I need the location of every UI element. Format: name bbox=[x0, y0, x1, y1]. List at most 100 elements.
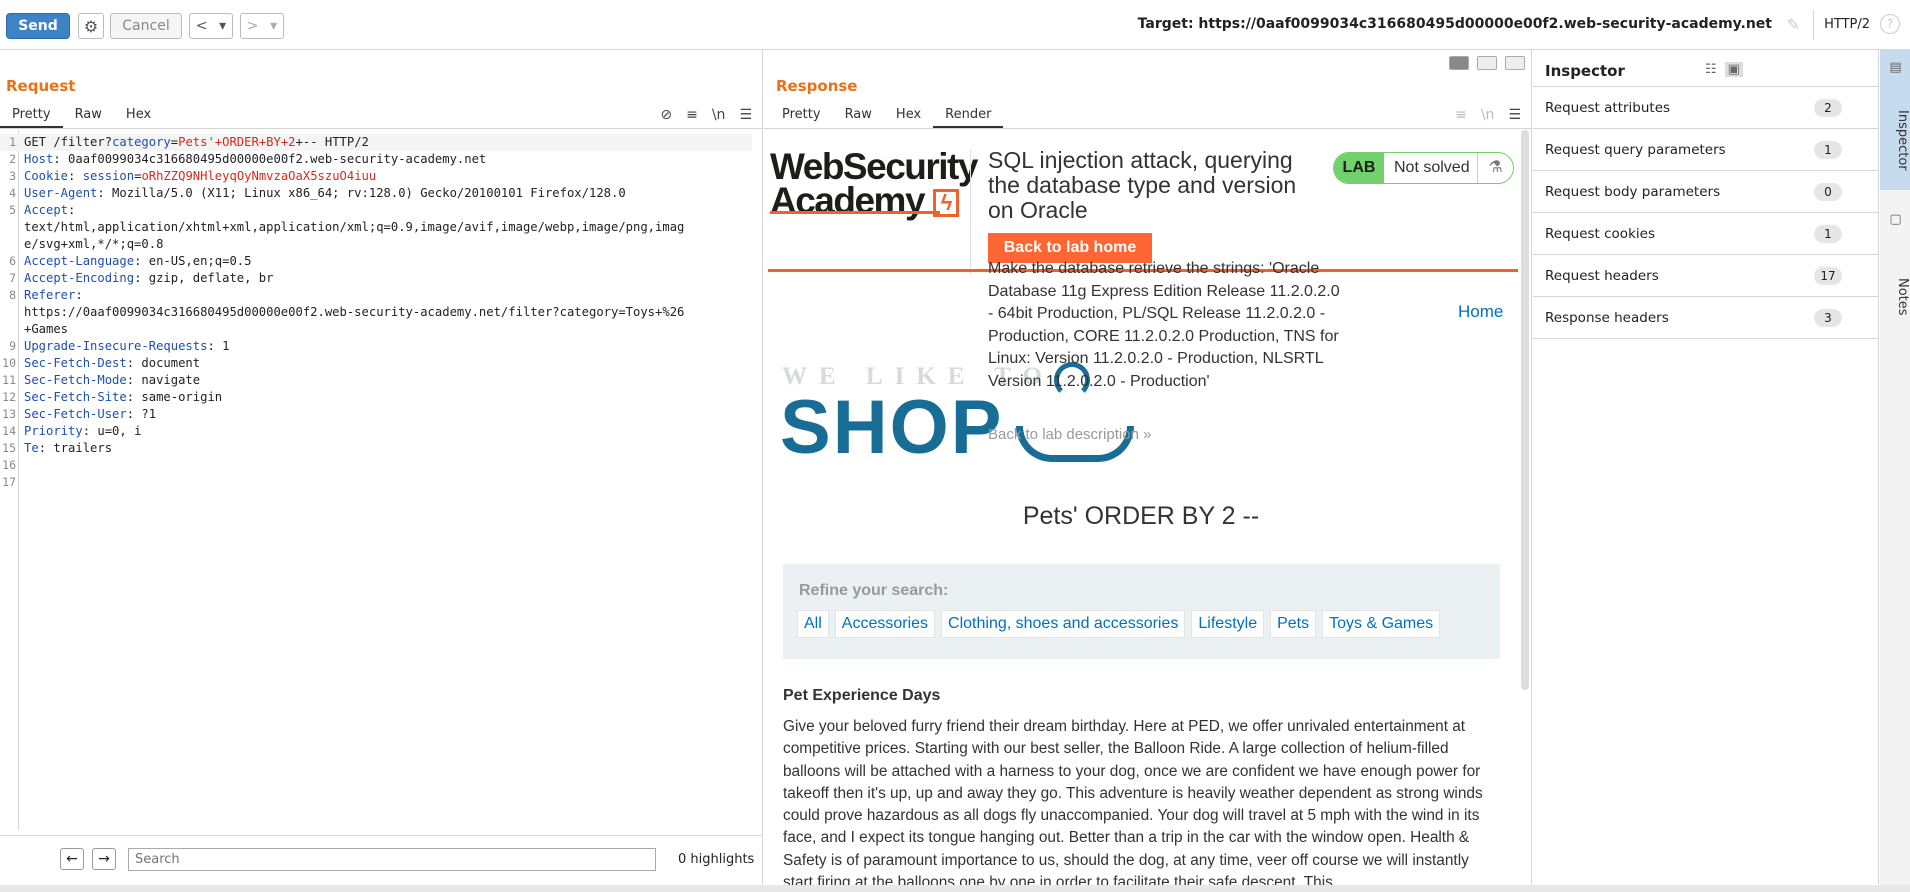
editor-line[interactable]: 1 GET /filter?category=Pets'+ORDER+BY+2+-… bbox=[0, 134, 752, 151]
code-token: Accept bbox=[24, 203, 69, 217]
editor-line[interactable]: 8 Referer: bbox=[0, 287, 752, 304]
tab-raw[interactable]: Raw bbox=[833, 102, 884, 128]
pencil-icon[interactable]: ✎ bbox=[1787, 15, 1800, 34]
search-next-button[interactable]: → bbox=[92, 848, 116, 870]
side-tab-inspector[interactable]: ▤ Inspector bbox=[1880, 50, 1910, 190]
editor-line[interactable]: https://0aaf0099034c316680495d00000e00f2… bbox=[0, 304, 752, 321]
editor-line[interactable]: 5 Accept: bbox=[0, 202, 752, 219]
side-tab-notes[interactable]: ▢ Notes bbox=[1880, 212, 1910, 342]
code-token: Sec-Fetch-Mode bbox=[24, 373, 127, 387]
help-icon[interactable]: ? bbox=[1880, 14, 1900, 34]
hide-eye-icon[interactable]: ⊘ bbox=[660, 107, 672, 123]
editor-line[interactable]: 17 bbox=[0, 474, 752, 491]
cancel-button[interactable]: Cancel bbox=[110, 13, 182, 39]
code-token: : same-origin bbox=[126, 390, 223, 404]
line-text: Host: 0aaf0099034c316680495d00000e00f2.w… bbox=[24, 151, 486, 168]
newline-toggle-icon[interactable]: \n bbox=[712, 107, 726, 123]
history-back-button[interactable]: < ▾ bbox=[189, 13, 233, 39]
filter-clothing[interactable]: Clothing, shoes and accessories bbox=[941, 610, 1186, 638]
code-token: = bbox=[170, 135, 179, 149]
tab-hex[interactable]: Hex bbox=[114, 102, 163, 128]
editor-line[interactable]: 2 Host: 0aaf0099034c316680495d00000e00f2.… bbox=[0, 151, 752, 168]
request-panel: Request Pretty Raw Hex ⊘ ≡ \n ☰ 1 GET /fi… bbox=[0, 50, 763, 885]
editor-line[interactable]: 6 Accept-Language: en-US,en;q=0.5 bbox=[0, 253, 752, 270]
search-input[interactable] bbox=[128, 848, 656, 871]
editor-line[interactable]: 4 User-Agent: Mozilla/5.0 (X11; Linux x86… bbox=[0, 185, 752, 202]
line-text: Te: trailers bbox=[24, 440, 112, 457]
editor-line[interactable]: 3 Cookie: session=oRhZZQ9NHleyqOyNmvzaOaX… bbox=[0, 168, 752, 185]
inspector-row-request-attributes[interactable]: Request attributes 2 bbox=[1533, 87, 1878, 129]
wrap-lines-icon[interactable]: ≡ bbox=[1455, 107, 1467, 123]
editor-line[interactable]: 13 Sec-Fetch-User: ?1 bbox=[0, 406, 752, 423]
line-number: 6 bbox=[9, 254, 16, 268]
editor-line[interactable]: 9 Upgrade-Insecure-Requests: 1 bbox=[0, 338, 752, 355]
toolbar-divider bbox=[1813, 10, 1814, 40]
editor-line[interactable]: 12 Sec-Fetch-Site: same-origin bbox=[0, 389, 752, 406]
request-tabs: Pretty Raw Hex bbox=[0, 102, 163, 128]
history-forward-button[interactable]: > ▾ bbox=[240, 13, 284, 39]
code-token: : navigate bbox=[126, 373, 201, 387]
rendered-page: WebSecurity Academy ϟ SQL injection atta… bbox=[764, 130, 1518, 885]
filter-toys-games[interactable]: Toys & Games bbox=[1322, 610, 1441, 638]
inspector-row-request-headers[interactable]: Request headers 17 bbox=[1533, 255, 1878, 297]
product-title[interactable]: Pet Experience Days bbox=[783, 687, 940, 705]
layout-split-icon[interactable] bbox=[1449, 56, 1469, 70]
editor-line[interactable]: 11 Sec-Fetch-Mode: navigate bbox=[0, 372, 752, 389]
tab-divider bbox=[764, 128, 1531, 129]
code-token: Referer bbox=[24, 288, 76, 302]
highlights-count: 0 highlights bbox=[678, 852, 755, 867]
editor-line[interactable]: 14 Priority: u=0, i bbox=[0, 423, 752, 440]
home-link[interactable]: Home bbox=[1458, 302, 1503, 322]
inspector-row-response-headers[interactable]: Response headers 3 bbox=[1533, 297, 1878, 339]
send-button[interactable]: Send bbox=[6, 13, 70, 39]
inspector-row-body-parameters[interactable]: Request body parameters 0 bbox=[1533, 171, 1878, 213]
layout-horizontal-icon[interactable] bbox=[1477, 56, 1497, 70]
filter-accessories[interactable]: Accessories bbox=[834, 610, 936, 638]
code-token: : document bbox=[126, 356, 201, 370]
search-prev-button[interactable]: ← bbox=[60, 848, 84, 870]
dropdown-caret-icon: ▾ bbox=[219, 18, 227, 34]
filter-pets[interactable]: Pets bbox=[1270, 610, 1317, 638]
menu-icon[interactable]: ☰ bbox=[739, 107, 752, 123]
lab-status-badge: LAB Not solved ⚗ bbox=[1333, 152, 1514, 184]
http-version-selector[interactable]: HTTP/2 bbox=[1824, 17, 1870, 32]
wrap-lines-icon[interactable]: ≡ bbox=[686, 107, 698, 123]
editor-line[interactable]: 10 Sec-Fetch-Dest: document bbox=[0, 355, 752, 372]
lab-state: Not solved bbox=[1394, 159, 1470, 176]
editor-line[interactable]: text/html,application/xhtml+xml,applicat… bbox=[0, 219, 752, 236]
editor-line[interactable]: 15 Te: trailers bbox=[0, 440, 752, 457]
line-text: Priority: u=0, i bbox=[24, 423, 141, 440]
card-view-icon[interactable]: ▣ bbox=[1724, 62, 1743, 77]
editor-line[interactable]: 7 Accept-Encoding: gzip, deflate, br bbox=[0, 270, 752, 287]
editor-line[interactable]: 16 bbox=[0, 457, 752, 474]
tab-pretty[interactable]: Pretty bbox=[0, 102, 63, 128]
inspector-row-query-parameters[interactable]: Request query parameters 1 bbox=[1533, 129, 1878, 171]
editor-line[interactable]: e/svg+xml,*/*;q=0.8 bbox=[0, 236, 752, 253]
tab-render[interactable]: Render bbox=[933, 102, 1004, 128]
code-token: Sec-Fetch-Site bbox=[24, 390, 127, 404]
burp-repeater-window: Send ⚙ Cancel < ▾ > ▾ Target: https://0aaf… bbox=[0, 0, 1910, 892]
filter-all[interactable]: All bbox=[797, 610, 829, 638]
request-editor[interactable]: 1 GET /filter?category=Pets'+ORDER+BY+2+-… bbox=[0, 130, 762, 830]
refine-label: Refine your search: bbox=[799, 582, 949, 599]
editor-line[interactable]: +Games bbox=[0, 321, 752, 338]
tab-raw[interactable]: Raw bbox=[63, 102, 114, 128]
gear-icon[interactable]: ⚙ bbox=[78, 13, 104, 39]
line-text: e/svg+xml,*/*;q=0.8 bbox=[24, 236, 163, 253]
inspector-title: Inspector bbox=[1545, 62, 1625, 80]
newline-toggle-icon[interactable]: \n bbox=[1481, 107, 1495, 123]
back-to-lab-description-link[interactable]: Back to lab description » bbox=[988, 426, 1151, 443]
web-security-academy-logo[interactable]: WebSecurity Academy ϟ bbox=[770, 148, 978, 219]
list-view-icon[interactable]: ☷ bbox=[1705, 62, 1717, 77]
filter-lifestyle[interactable]: Lifestyle bbox=[1191, 610, 1265, 638]
response-panel: Response Pretty Raw Hex Render ≡ \n ☰ We… bbox=[764, 50, 1532, 885]
menu-icon[interactable]: ☰ bbox=[1508, 107, 1521, 123]
code-token: : 0aaf0099034c316680495d00000e00f2.web-s… bbox=[53, 152, 487, 166]
tab-hex[interactable]: Hex bbox=[884, 102, 933, 128]
render-scrollbar[interactable] bbox=[1521, 130, 1529, 690]
layout-tabs-icon[interactable] bbox=[1505, 56, 1525, 70]
inspector-row-cookies[interactable]: Request cookies 1 bbox=[1533, 213, 1878, 255]
tab-pretty[interactable]: Pretty bbox=[770, 102, 833, 128]
code-token: : bbox=[68, 169, 83, 183]
layout-toggles bbox=[1449, 56, 1525, 70]
